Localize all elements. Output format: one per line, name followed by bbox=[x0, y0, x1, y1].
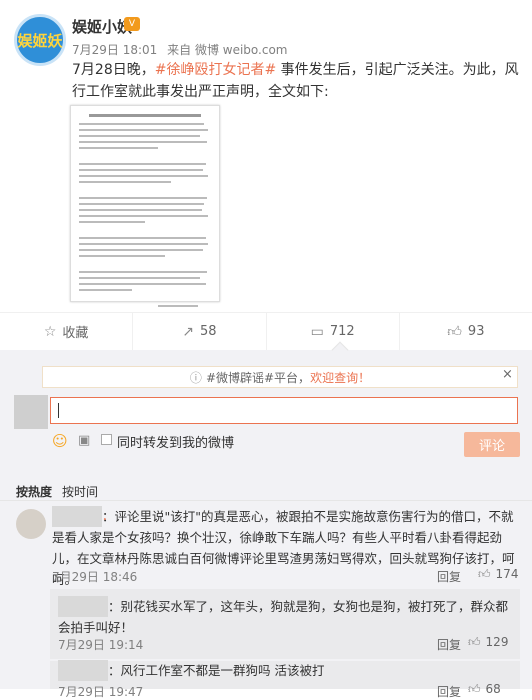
comment-button[interactable]: ▭ 712 bbox=[267, 313, 400, 350]
rumor-tip-banner[interactable]: ⓘ #微博辟谣#平台， 欢迎查询！ bbox=[42, 366, 518, 388]
sub-comment-time: 7月29日 19:47 bbox=[58, 685, 144, 699]
thumbs-up-icon: 👍︎ bbox=[447, 324, 462, 340]
thumbs-up-icon: 👍︎ bbox=[468, 682, 481, 696]
repost-icon: ↗ bbox=[182, 323, 194, 340]
tip-highlight: 欢迎查询！ bbox=[310, 370, 371, 385]
sub-like-count: 68 bbox=[485, 682, 501, 696]
comment-avatar[interactable] bbox=[16, 509, 46, 539]
comment-like-button[interactable]: 👍︎ 174 bbox=[478, 567, 518, 582]
divider bbox=[0, 500, 532, 501]
sort-by-time[interactable]: 按时间 bbox=[62, 485, 98, 499]
repost-checkbox-label: 同时转发到我的微博 bbox=[117, 436, 235, 451]
image-icon[interactable]: ▣ bbox=[78, 433, 90, 448]
vip-badge: V bbox=[124, 17, 140, 31]
emoji-icon[interactable]: ☺ bbox=[52, 432, 68, 450]
comment-time: 7月29日 18:46 bbox=[52, 570, 138, 584]
thumbs-up-icon: 👍︎ bbox=[468, 635, 481, 649]
sub-comment-item: 一一一一：风行工作室不都是一群狗吗 活该被打 bbox=[58, 660, 513, 681]
post-text-prefix: 7月28日晚， bbox=[72, 62, 155, 78]
hashtag-link[interactable]: #徐峥殴打女记者# bbox=[155, 62, 276, 78]
like-button[interactable]: 👍︎ 93 bbox=[400, 313, 532, 350]
sub-reply-button[interactable]: 回复 bbox=[437, 683, 461, 700]
post-action-bar: ☆ 收藏 ↗ 58 ▭ 712 👍︎ 93 bbox=[0, 312, 532, 350]
author-avatar[interactable]: 娱姬妖 bbox=[14, 14, 66, 66]
sub-like-count: 129 bbox=[485, 635, 509, 649]
avatar-label: 娱姬妖 bbox=[17, 31, 63, 50]
submit-comment-button[interactable]: 评论 bbox=[464, 432, 520, 457]
comment-sort: 按热度 按时间 bbox=[16, 483, 98, 500]
thumbs-up-icon: 👍︎ bbox=[478, 567, 491, 581]
text-caret bbox=[58, 403, 59, 418]
sub-comment-text: ：风行工作室不都是一群狗吗 活该被打 bbox=[108, 663, 325, 678]
repost-checkbox[interactable] bbox=[101, 434, 112, 445]
repost-button[interactable]: ↗ 58 bbox=[133, 313, 267, 350]
comment-like-count: 174 bbox=[495, 567, 519, 581]
sub-like-button[interactable]: 👍︎ 129 bbox=[468, 635, 508, 650]
sub-comment-time: 7月29日 19:14 bbox=[58, 638, 144, 652]
favorite-button[interactable]: ☆ 收藏 bbox=[0, 313, 134, 350]
comment-count: 712 bbox=[329, 324, 355, 339]
close-icon[interactable]: × bbox=[502, 367, 513, 382]
user-avatar bbox=[14, 395, 48, 429]
reply-button[interactable]: 回复 bbox=[437, 568, 461, 585]
author-name[interactable]: 娱姬小妖 bbox=[72, 16, 132, 37]
commenter-name-hidden[interactable]: 一一一一 bbox=[52, 506, 103, 527]
commenter-name-hidden[interactable]: 一一一一 bbox=[58, 660, 109, 681]
like-count: 93 bbox=[467, 324, 485, 339]
post-source[interactable]: 来自 微博 weibo.com bbox=[167, 43, 287, 57]
favorite-label: 收藏 bbox=[62, 326, 89, 341]
sub-comment-item: 一一一一：别花钱买水军了，这年头，狗就是狗，女狗也是狗，被打死了，群众都会拍手叫… bbox=[58, 596, 513, 638]
weibo-post: 娱姬妖 娱姬小妖 V 7月29日 18:01 来自 微博 weibo.com 7… bbox=[0, 0, 532, 312]
sub-reply-button[interactable]: 回复 bbox=[437, 636, 461, 653]
tip-icon: ⓘ bbox=[189, 370, 202, 385]
post-meta: 7月29日 18:01 来自 微博 weibo.com bbox=[72, 41, 294, 58]
sub-comment-text: ：别花钱买水军了，这年头，狗就是狗，女狗也是狗，被打死了，群众都会拍手叫好！ bbox=[58, 599, 509, 635]
comment-input[interactable] bbox=[50, 397, 518, 424]
commenter-name-hidden[interactable]: 一一一一 bbox=[58, 596, 109, 617]
comment-icon: ▭ bbox=[310, 323, 324, 340]
tip-tag: #微博辟谣#平台， bbox=[205, 370, 311, 385]
repost-count: 58 bbox=[199, 324, 217, 339]
sort-by-hot[interactable]: 按热度 bbox=[16, 485, 52, 499]
statement-image[interactable] bbox=[70, 105, 220, 307]
star-icon: ☆ bbox=[43, 323, 57, 340]
sub-like-button[interactable]: 👍︎ 68 bbox=[468, 682, 501, 697]
post-body: 7月28日晚，#徐峥殴打女记者# 事件发生后，引起广泛关注。为此，风行工作室就此… bbox=[72, 59, 522, 103]
post-time[interactable]: 7月29日 18:01 bbox=[72, 43, 157, 57]
commenter-name[interactable]: ． bbox=[102, 506, 114, 527]
